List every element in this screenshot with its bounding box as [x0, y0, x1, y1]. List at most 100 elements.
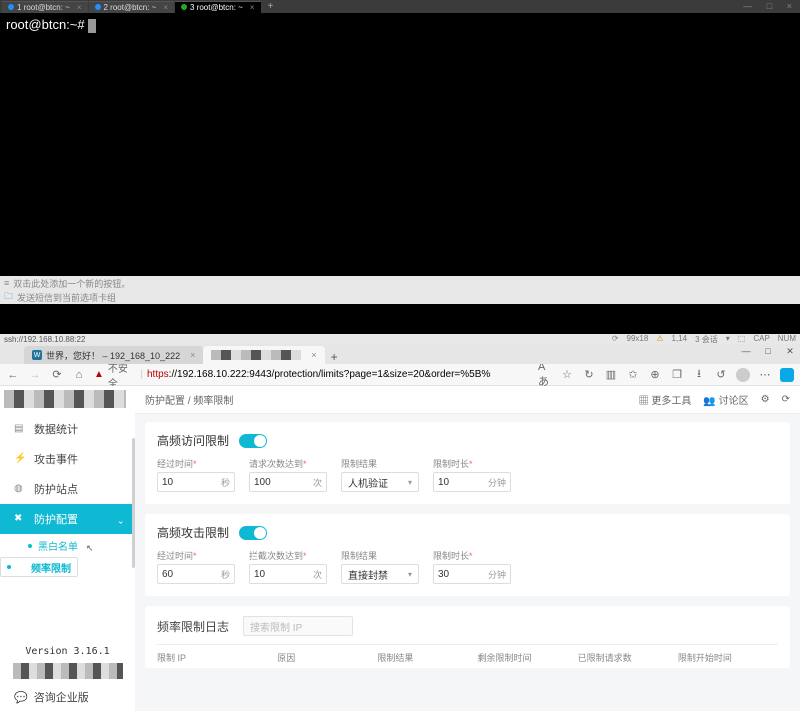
reload-icon[interactable]: ⟳ — [50, 368, 64, 381]
input-visit-duration[interactable]: 10分钟 — [433, 472, 511, 492]
copilot-icon[interactable] — [780, 368, 794, 382]
close-icon[interactable]: × — [77, 3, 82, 12]
refresh-icon[interactable]: ⟳ — [782, 394, 790, 405]
terminal-status-host: ssh://192.168.10.88:22 — [4, 335, 85, 344]
more-icon[interactable]: ⋯ — [758, 368, 772, 382]
search-ip-input[interactable]: 搜索限制 IP — [243, 616, 353, 636]
field-label: 经过时间 — [157, 549, 235, 562]
terminal-system-buttons[interactable]: — □ × — [743, 1, 798, 11]
input-visit-count[interactable]: 100次 — [249, 472, 327, 492]
app-logo — [4, 390, 126, 408]
close-icon[interactable]: × — [163, 3, 168, 12]
vendor-logo — [13, 663, 123, 679]
star-icon[interactable]: ☆ — [560, 368, 574, 382]
sidebar-menu: ▤数据统计 ⚡攻击事件 ◍防护站点 ✖防护配置 黑白名单↖ 频率限制 — [0, 414, 135, 642]
forum-link[interactable]: 👥 讨论区 — [703, 392, 748, 407]
close-icon[interactable]: × — [311, 350, 316, 360]
settings-icon[interactable]: ⚙ — [761, 394, 770, 405]
browser-tab-2[interactable]: × — [203, 346, 324, 364]
select-attack-result[interactable]: 直接封禁▾ — [341, 564, 419, 584]
profile-avatar[interactable] — [736, 368, 750, 382]
close-icon[interactable]: × — [250, 3, 255, 12]
sidebar: ▤数据统计 ⚡攻击事件 ◍防护站点 ✖防护配置 黑白名单↖ 频率限制 Versi… — [0, 386, 135, 711]
card-attack-limit: 高频攻击限制 经过时间 60秒 拦截次数达到 10次 限制结果直接封禁▾ 限制时长 3… — [145, 514, 790, 596]
back-icon[interactable]: ← — [6, 369, 20, 381]
browser-action-icons: Aあ ☆ ↻ ▥ ✩ ⊕ ❐ ⭳ ↺ ⋯ — [538, 368, 794, 382]
sidebar-sub-bwlist[interactable]: 黑白名单↖ — [0, 534, 135, 557]
terminal-tabbar: 1 root@btcn: ~× 2 root@btcn: ~× 3 root@b… — [0, 0, 800, 13]
input-attack-duration[interactable]: 30分钟 — [433, 564, 511, 584]
col-result: 限制结果 — [377, 651, 477, 664]
terminal-hint-2[interactable]: 🗀发送短信到当前选项卡组 — [0, 290, 800, 304]
top-row: 防护配置 / 频率限制 ▦ 更多工具 👥 讨论区 ⚙ ⟳ — [135, 386, 800, 414]
field-label: 限制时长 — [433, 549, 511, 562]
dot-icon — [95, 4, 101, 10]
card-title: 高频访问限制 — [157, 432, 229, 449]
terminal-tab-2[interactable]: 2 root@btcn: ~× — [89, 1, 175, 13]
col-remain: 剩余限制时间 — [478, 651, 578, 664]
attack-icon: ⚡ — [14, 453, 26, 465]
dot-icon — [8, 4, 14, 10]
version-label: Version 3.16.1 — [0, 642, 135, 661]
col-count: 已限制请求数 — [578, 651, 678, 664]
more-tools[interactable]: ▦ 更多工具 — [639, 392, 692, 407]
forward-icon[interactable]: → — [28, 369, 42, 381]
address-bar[interactable]: ▲ 不安全 | https://192.168.10.222:9443/prot… — [94, 367, 491, 383]
refresh2-icon[interactable]: ↻ — [582, 368, 596, 382]
extensions-icon[interactable]: ❐ — [670, 368, 684, 382]
collections-icon[interactable]: ⊕ — [648, 368, 662, 382]
grid-icon: ▦ — [639, 396, 649, 407]
browser-tabbar: W 世界，您好！ – 192_168_10_222 × × + — □ ✕ — [0, 344, 800, 364]
field-label: 限制时长 — [433, 457, 511, 470]
toggle-attack-limit[interactable] — [239, 526, 267, 540]
bullet-icon — [28, 544, 32, 548]
terminal-new-tab[interactable]: + — [262, 1, 280, 12]
wordpress-icon: W — [32, 350, 42, 360]
browser-new-tab[interactable]: + — [325, 350, 344, 364]
stats-icon: ▤ — [14, 423, 26, 435]
browser-tab-1[interactable]: W 世界，您好！ – 192_168_10_222 × — [24, 346, 203, 364]
terminal-prompt: root@btcn:~# — [6, 17, 88, 32]
input-attack-time[interactable]: 60秒 — [157, 564, 235, 584]
people-icon: 👥 — [703, 396, 715, 407]
terminal-tab-3[interactable]: 3 root@btcn: ~× — [175, 1, 261, 13]
sidebar-item-sites[interactable]: ◍防护站点 — [0, 474, 135, 504]
col-ip: 限制 IP — [157, 651, 277, 664]
bullet-icon — [7, 565, 11, 569]
sidebar-item-attacks[interactable]: ⚡攻击事件 — [0, 444, 135, 474]
terminal-tab-1[interactable]: 1 root@btcn: ~× — [2, 1, 88, 13]
input-attack-count[interactable]: 10次 — [249, 564, 327, 584]
chevron-down-icon: ▾ — [408, 570, 412, 579]
sidebar-sub-ratelimit[interactable]: 频率限制 — [0, 557, 78, 577]
crumb-current: 频率限制 — [193, 396, 233, 407]
field-label: 拦截次数达到 — [249, 549, 327, 562]
minimize-button[interactable]: — — [740, 346, 752, 357]
sidebar-scrollbar[interactable] — [132, 438, 135, 568]
reader-icon[interactable]: Aあ — [538, 368, 552, 382]
history-icon[interactable]: ↺ — [714, 368, 728, 382]
sidebar-item-protection[interactable]: ✖防护配置 — [0, 504, 135, 534]
close-icon[interactable]: × — [190, 350, 195, 360]
log-title: 频率限制日志 — [157, 618, 229, 635]
home-icon[interactable]: ⌂ — [72, 369, 86, 381]
cursor-icon — [88, 19, 96, 33]
favorites-icon[interactable]: ✩ — [626, 368, 640, 382]
breadcrumb: 防护配置 / 频率限制 — [145, 392, 233, 407]
sidebar-item-stats[interactable]: ▤数据统计 — [0, 414, 135, 444]
sidebar-icon[interactable]: ▥ — [604, 368, 618, 382]
input-visit-time[interactable]: 10秒 — [157, 472, 235, 492]
field-label: 限制结果 — [341, 549, 419, 562]
terminal-body[interactable]: root@btcn:~# — [0, 13, 800, 37]
unsafe-icon: ▲ — [94, 369, 104, 380]
browser-window: W 世界，您好！ – 192_168_10_222 × × + — □ ✕ ← … — [0, 344, 800, 711]
card-title: 高频攻击限制 — [157, 524, 229, 541]
close-button[interactable]: ✕ — [784, 346, 796, 357]
consult-enterprise[interactable]: 💬咨询企业版 — [0, 683, 135, 711]
card-visit-limit: 高频访问限制 经过时间10秒 请求次数达到100次 限制结果人机验证▾ 限制时长… — [145, 422, 790, 504]
download-icon[interactable]: ⭳ — [692, 368, 706, 382]
crumb-root[interactable]: 防护配置 — [145, 396, 185, 407]
select-visit-result[interactable]: 人机验证▾ — [341, 472, 419, 492]
terminal-hint-1[interactable]: ≡双击此处添加一个新的按钮。 — [0, 276, 800, 290]
maximize-button[interactable]: □ — [762, 346, 774, 357]
toggle-visit-limit[interactable] — [239, 434, 267, 448]
